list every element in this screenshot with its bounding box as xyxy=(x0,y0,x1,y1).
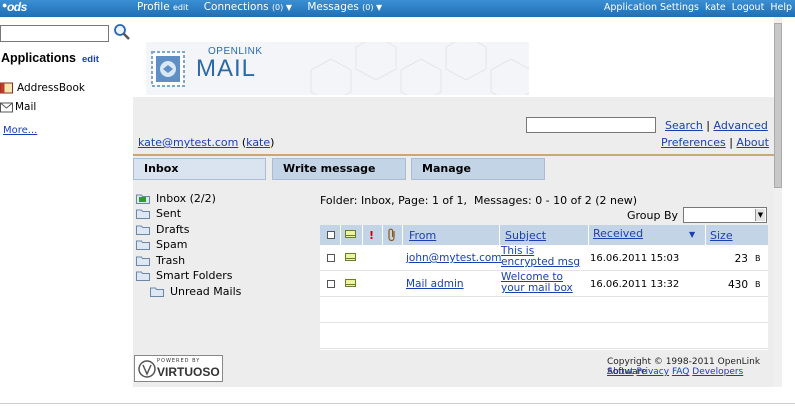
sidebar: Applications edit AddressBook Mail More..… xyxy=(0,17,133,387)
message-subject[interactable]: This is encrypted msg xyxy=(501,246,580,268)
size-column-header[interactable]: Size xyxy=(710,229,733,242)
messages-menu[interactable]: Messages (0) ▼ xyxy=(307,1,382,13)
preferences-links: Preferences | About xyxy=(661,136,769,149)
mail-stamp-icon xyxy=(151,51,185,87)
dropdown-arrow-icon[interactable]: ▼ xyxy=(755,209,765,221)
search-link[interactable]: Search xyxy=(665,119,703,132)
footer-links: About Privacy FAQ Developers xyxy=(607,367,743,377)
folder-icon xyxy=(150,287,164,297)
tab-write-message[interactable]: Write message xyxy=(272,158,406,180)
bottom-divider xyxy=(0,403,795,404)
footer-faq-link[interactable]: FAQ xyxy=(672,367,689,377)
unread-envelope-icon xyxy=(345,279,356,287)
page-scrollbar[interactable] xyxy=(774,17,782,387)
app-settings-link[interactable]: Application Settings xyxy=(604,2,699,13)
table-row-empty xyxy=(320,297,768,323)
unread-envelope-icon xyxy=(345,253,356,261)
message-table-header: ! From Subject Received ▼ Size xyxy=(320,225,768,245)
tab-manage[interactable]: Manage xyxy=(411,158,545,180)
applications-heading: Applications edit xyxy=(1,51,99,65)
folder-icon xyxy=(136,256,150,266)
preferences-link[interactable]: Preferences xyxy=(661,136,726,149)
tab-inbox[interactable]: Inbox xyxy=(133,158,266,180)
row-checkbox[interactable] xyxy=(327,254,335,262)
sidebar-item-addressbook[interactable]: AddressBook xyxy=(0,82,85,94)
sidebar-search xyxy=(0,24,130,42)
folder-unread-mails[interactable]: Unread Mails xyxy=(150,285,241,298)
top-bar: ●ods Profile edit Connections (0) ▼ Mess… xyxy=(0,0,795,17)
folder-icon xyxy=(136,225,150,235)
virtuoso-logo[interactable]: POWERED BY VIRTUOSO xyxy=(134,355,223,382)
advanced-search-link[interactable]: Advanced xyxy=(714,119,768,132)
virtuoso-emblem-icon xyxy=(138,360,156,378)
user-email-link[interactable]: kate@mytest.com xyxy=(138,136,238,149)
message-subject[interactable]: Welcome to your mail box xyxy=(501,272,573,294)
ods-logo[interactable]: ●ods xyxy=(2,0,27,14)
about-link[interactable]: About xyxy=(736,136,769,149)
search-links: Search | Advanced xyxy=(665,119,768,132)
read-status-header-icon xyxy=(345,230,356,238)
user-link[interactable]: kate xyxy=(705,2,726,13)
user-name-link[interactable]: kate xyxy=(246,136,270,149)
sort-descending-icon[interactable]: ▼ xyxy=(689,230,695,239)
message-size-unit: B xyxy=(755,254,761,263)
openlink-mail-logo: OPENLINK MAIL xyxy=(146,42,529,95)
search-icon[interactable] xyxy=(113,23,131,41)
inbox-folder-icon xyxy=(136,194,150,204)
mail-tabs: Inbox Write message Manage xyxy=(133,154,774,180)
mail-main-panel: OPENLINK MAIL Search | Advanced kate@myt… xyxy=(133,17,774,387)
sidebar-search-input[interactable] xyxy=(0,25,109,42)
select-all-checkbox[interactable] xyxy=(327,231,335,239)
folder-sent[interactable]: Sent xyxy=(136,207,181,220)
mail-search-input[interactable] xyxy=(526,117,656,133)
priority-header[interactable]: ! xyxy=(369,229,374,242)
scrollbar-thumb[interactable] xyxy=(774,23,782,188)
logout-link[interactable]: Logout xyxy=(732,2,765,13)
sidebar-item-mail[interactable]: Mail xyxy=(0,101,36,113)
message-size: 430 xyxy=(727,279,748,291)
message-table: ! From Subject Received ▼ Size john@myte… xyxy=(320,225,768,350)
applications-edit-link[interactable]: edit xyxy=(82,54,99,65)
row-checkbox[interactable] xyxy=(327,280,335,288)
message-size-unit: B xyxy=(755,280,761,289)
group-by-label: Group By xyxy=(627,209,679,222)
message-size: 23 xyxy=(734,253,748,265)
from-column-header[interactable]: From xyxy=(409,229,436,242)
footer-privacy-link[interactable]: Privacy xyxy=(636,367,669,377)
folder-icon xyxy=(136,209,150,219)
profile-menu[interactable]: Profile edit xyxy=(137,1,188,13)
profile-edit-link[interactable]: edit xyxy=(173,3,188,12)
folder-smart-folders[interactable]: Smart Folders xyxy=(136,269,233,282)
top-right-menu: Application Settings kate Logout Help xyxy=(601,2,792,13)
user-account-info: kate@mytest.com (kate) xyxy=(138,136,275,149)
help-link[interactable]: Help xyxy=(770,2,792,13)
more-applications-link[interactable]: More... xyxy=(3,125,37,136)
message-from[interactable]: john@mytest.com xyxy=(406,252,502,264)
mail-banner: OPENLINK MAIL xyxy=(133,17,774,97)
folder-spam[interactable]: Spam xyxy=(136,238,187,251)
folder-icon xyxy=(136,271,150,281)
message-received: 16.06.2011 15:03 xyxy=(590,253,680,264)
attachment-icon[interactable] xyxy=(388,228,397,242)
folder-inbox[interactable]: Inbox (2/2) xyxy=(136,192,216,205)
table-row[interactable]: john@mytest.com This is encrypted msg 16.… xyxy=(320,245,768,271)
folder-trash[interactable]: Trash xyxy=(136,254,185,267)
message-received: 16.06.2011 13:32 xyxy=(590,279,680,290)
top-left-menu: Profile edit Connections (0) ▼ Messages … xyxy=(137,1,394,13)
table-row[interactable]: Mail admin Welcome to your mail box 16.06… xyxy=(320,271,768,297)
folder-icon xyxy=(136,240,150,250)
connections-menu[interactable]: Connections (0) ▼ xyxy=(204,1,292,13)
received-column-header[interactable]: Received xyxy=(593,227,643,240)
folder-info: Folder: Inbox, Page: 1 of 1, Messages: 0… xyxy=(320,194,638,207)
footer-developers-link[interactable]: Developers xyxy=(692,367,743,377)
table-row-empty xyxy=(320,323,768,349)
footer-about-link[interactable]: About xyxy=(607,367,634,377)
address-book-icon xyxy=(0,82,13,94)
message-from[interactable]: Mail admin xyxy=(406,278,464,290)
mail-icon xyxy=(0,102,13,113)
folder-drafts[interactable]: Drafts xyxy=(136,223,189,236)
group-by-select[interactable]: ▼ xyxy=(683,207,767,223)
subject-column-header[interactable]: Subject xyxy=(505,229,546,242)
